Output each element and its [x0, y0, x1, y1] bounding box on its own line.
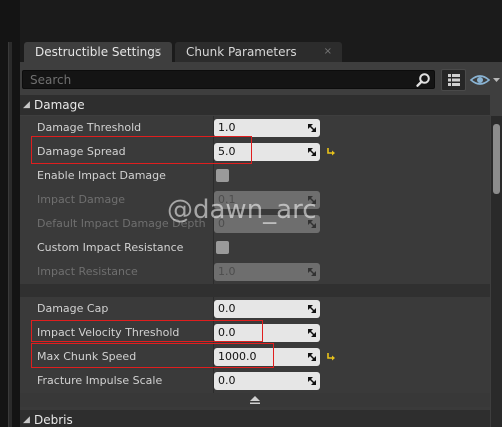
- row-damage-cap: Damage Cap 0.0: [20, 297, 490, 321]
- impact-damage-field: 0.1: [214, 191, 320, 209]
- row-default-impact-damage-depth: Default Impact Damage Depth 0: [20, 212, 490, 236]
- scrollbar-thumb[interactable]: [493, 124, 500, 194]
- drag-resize-icon[interactable]: [307, 328, 317, 338]
- show-advanced-toggle[interactable]: [20, 393, 490, 407]
- property-label: Default Impact Damage Depth: [37, 217, 206, 230]
- section-header-debris[interactable]: ◢ Debris: [20, 410, 490, 427]
- close-icon[interactable]: ×: [154, 42, 162, 62]
- tab-label: Destructible Settings: [35, 45, 162, 59]
- search-input[interactable]: [23, 71, 413, 88]
- field-value: 0.0: [218, 302, 236, 315]
- row-custom-impact-resistance: Custom Impact Resistance: [20, 236, 490, 260]
- property-label: Impact Damage: [37, 193, 125, 206]
- drag-resize-icon[interactable]: [307, 147, 317, 157]
- field-value: 0.1: [218, 193, 236, 206]
- damage-cap-field[interactable]: 0.0: [214, 300, 320, 318]
- drag-resize-icon: [308, 220, 316, 228]
- reset-to-default-icon[interactable]: [325, 146, 337, 158]
- view-options-button[interactable]: [441, 69, 466, 91]
- left-panel-edge: [0, 0, 20, 427]
- field-value: 0.0: [218, 374, 236, 387]
- highlight-max-chunk-speed: [31, 343, 274, 368]
- panel-splitter[interactable]: [8, 42, 12, 427]
- highlight-impact-velocity-threshold: [31, 320, 263, 342]
- row-enable-impact-damage: Enable Impact Damage: [20, 164, 490, 188]
- search-icon[interactable]: [415, 72, 431, 88]
- enable-impact-damage-checkbox[interactable]: [216, 169, 229, 182]
- collapse-up-arrow-icon: [250, 396, 260, 404]
- drag-resize-icon[interactable]: [307, 376, 317, 386]
- row-impact-damage: Impact Damage 0.1: [20, 188, 490, 212]
- impact-resistance-field: 1.0: [214, 263, 320, 281]
- row-impact-resistance: Impact Resistance 1.0: [20, 260, 490, 284]
- visibility-filter-button[interactable]: [469, 71, 502, 89]
- tab-label: Chunk Parameters: [186, 45, 297, 59]
- drag-resize-icon[interactable]: [307, 352, 317, 362]
- tab-chunk-parameters[interactable]: Chunk Parameters ×: [175, 42, 342, 62]
- field-value: 1.0: [218, 265, 236, 278]
- damage-properties: Damage Threshold 1.0 Damage Spread 5.0 E…: [20, 116, 490, 427]
- details-panel: ◢ Damage Damage Threshold 1.0 Damage Spr…: [20, 62, 502, 427]
- section-header-damage[interactable]: ◢ Damage: [20, 95, 490, 115]
- section-title: Debris: [34, 413, 73, 427]
- property-label: Custom Impact Resistance: [37, 241, 184, 254]
- default-impact-damage-depth-field: 0: [214, 215, 320, 233]
- custom-impact-resistance-checkbox[interactable]: [216, 241, 229, 254]
- row-fracture-impulse-scale: Fracture Impulse Scale 0.0: [20, 369, 490, 393]
- tab-bar: Destructible Settings × Chunk Parameters…: [20, 40, 502, 62]
- collapse-triangle-icon: ◢: [23, 415, 30, 425]
- field-value: 1.0: [218, 121, 236, 134]
- damage-threshold-field[interactable]: 1.0: [214, 119, 320, 137]
- drag-resize-icon: [308, 196, 316, 204]
- property-label: Fracture Impulse Scale: [37, 374, 163, 387]
- eye-icon: [469, 75, 500, 85]
- section-title: Damage: [34, 98, 85, 112]
- drag-resize-icon: [308, 268, 316, 276]
- vertical-scrollbar[interactable]: [491, 116, 502, 427]
- column-divider[interactable]: [213, 164, 214, 188]
- column-divider[interactable]: [213, 236, 214, 260]
- tab-destructible-settings[interactable]: Destructible Settings ×: [24, 42, 172, 62]
- reset-to-default-icon[interactable]: [325, 351, 337, 363]
- fracture-impulse-scale-field[interactable]: 0.0: [214, 372, 320, 390]
- property-label: Damage Threshold: [37, 121, 142, 134]
- drag-resize-icon[interactable]: [307, 123, 317, 133]
- collapse-triangle-icon: ◢: [23, 100, 30, 110]
- property-label: Enable Impact Damage: [37, 169, 166, 182]
- field-value: 0: [218, 217, 225, 230]
- highlight-damage-spread: [31, 136, 252, 164]
- close-icon[interactable]: ×: [324, 42, 332, 62]
- drag-resize-icon[interactable]: [307, 304, 317, 314]
- group-separator: [20, 284, 490, 297]
- property-label: Impact Resistance: [37, 265, 138, 278]
- property-label: Damage Cap: [37, 302, 109, 315]
- grid-list-icon: [448, 74, 460, 86]
- search-box: [22, 70, 435, 89]
